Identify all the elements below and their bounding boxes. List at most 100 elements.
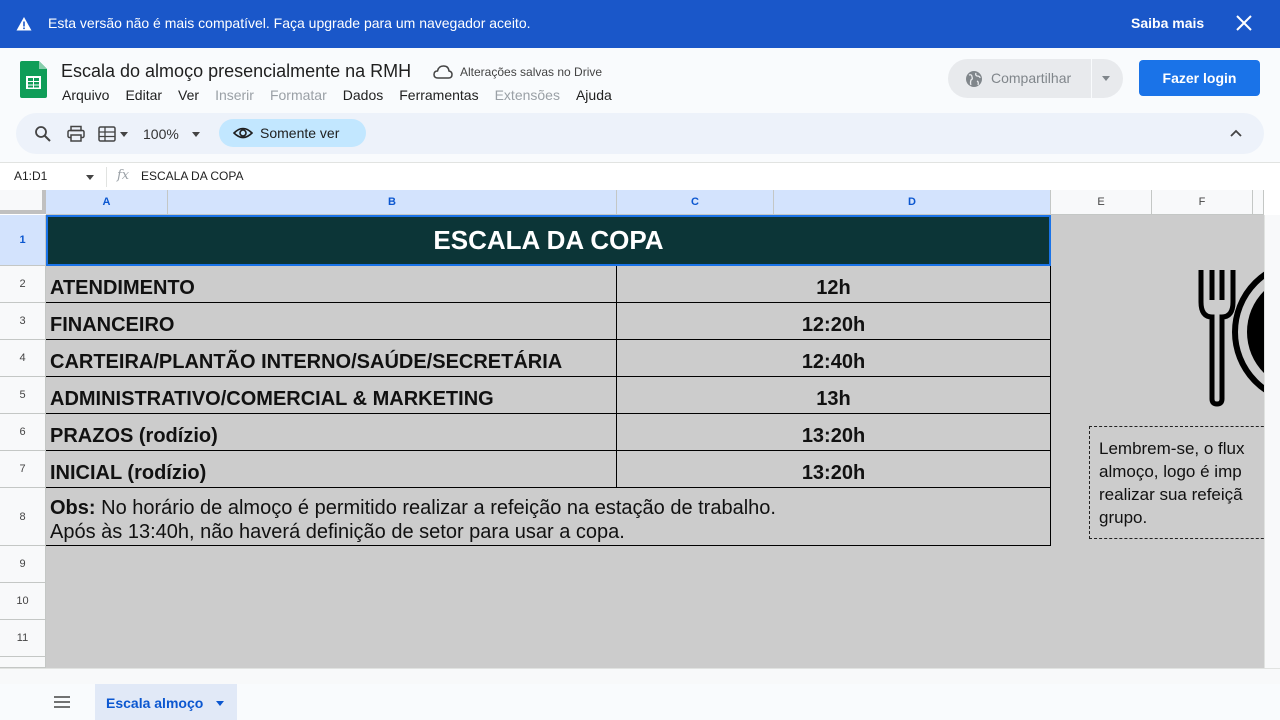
fork-plate-icon <box>1198 270 1264 407</box>
menu-ajuda[interactable]: Ajuda <box>576 87 612 103</box>
print-icon[interactable] <box>67 125 85 143</box>
sheet-tab-escala-almoco[interactable]: Escala almoço <box>95 684 237 720</box>
time-cell: 13:20h <box>801 425 866 447</box>
column-header-f[interactable]: F <box>1152 190 1253 215</box>
note-line: realizar sua refeiçã <box>1099 485 1243 504</box>
formula-content[interactable]: ESCALA DA COPA <box>141 169 244 183</box>
column-header-e[interactable]: E <box>1051 190 1152 215</box>
chevron-up-icon[interactable] <box>1229 126 1243 140</box>
share-divider <box>1091 59 1092 98</box>
sheet-tab-label: Escala almoço <box>106 695 204 711</box>
note-line: Lembrem-se, o flux <box>1099 439 1245 458</box>
row-header-4[interactable]: 4 <box>0 340 46 377</box>
menu-ferramentas[interactable]: Ferramentas <box>399 87 478 103</box>
table-row[interactable]: FINANCEIRO 12:20h <box>46 303 1051 340</box>
select-all-corner[interactable] <box>0 190 46 214</box>
table-row[interactable]: INICIAL (rodízio) 13:20h <box>46 451 1051 488</box>
column-header-b[interactable]: B <box>168 190 617 215</box>
table-row[interactable]: CARTEIRA/PLANTÃO INTERNO/SAÚDE/SECRETÁRI… <box>46 340 1051 377</box>
all-sheets-menu-icon[interactable] <box>54 695 70 709</box>
menu-arquivo[interactable]: Arquivo <box>62 87 109 103</box>
time-cell: 13:20h <box>801 462 866 484</box>
formula-bar: A1:D1 fx ESCALA DA COPA <box>0 162 1280 190</box>
row-header-11[interactable]: 11 <box>0 620 46 657</box>
time-cell: 12:20h <box>801 314 866 336</box>
share-label: Compartilhar <box>991 70 1072 86</box>
observation-label: Obs: <box>50 497 96 519</box>
observation-text-1: No horário de almoço é permitido realiza… <box>101 497 776 519</box>
spreadsheet-grid[interactable]: A B C D E F 1 2 3 4 5 6 7 8 9 10 11 ESCA… <box>0 190 1280 668</box>
schedule-title-cell[interactable]: ESCALA DA COPA <box>46 215 1051 266</box>
document-title[interactable]: Escala do almoço presencialmente na RMH <box>61 61 411 82</box>
search-icon[interactable] <box>34 125 52 143</box>
menu-ver[interactable]: Ver <box>178 87 199 103</box>
chevron-down-icon[interactable] <box>120 132 128 137</box>
formula-divider <box>106 167 107 187</box>
table-row[interactable]: ADMINISTRATIVO/COMERCIAL & MARKETING 13h <box>46 377 1051 414</box>
department-cell: CARTEIRA/PLANTÃO INTERNO/SAÚDE/SECRETÁRI… <box>50 351 563 373</box>
menu-formatar: Formatar <box>269 87 327 103</box>
chevron-down-icon[interactable] <box>86 175 94 180</box>
eye-icon <box>233 127 253 139</box>
row-header-5[interactable]: 5 <box>0 377 46 414</box>
reminder-note: Lembrem-se, o flux almoço, logo é imp re… <box>1089 426 1279 539</box>
column-header-a[interactable]: A <box>46 190 168 215</box>
department-cell: FINANCEIRO <box>50 314 175 336</box>
toolbar: 100% Somente ver <box>16 113 1264 154</box>
view-only-label: Somente ver <box>260 125 340 141</box>
fx-icon: fx <box>117 168 130 183</box>
menu-dados[interactable]: Dados <box>343 87 383 103</box>
row-header-12[interactable] <box>0 657 46 668</box>
observation-line-1: Obs: No horário de almoço é permitido re… <box>50 497 776 520</box>
department-cell: INICIAL (rodízio) <box>50 462 207 484</box>
horizontal-scrollbar[interactable] <box>0 668 1280 684</box>
chevron-down-icon[interactable] <box>216 701 224 706</box>
sheet-tab-bar: Escala almoço <box>0 684 1280 720</box>
globe-icon <box>966 71 982 87</box>
vertical-scrollbar[interactable] <box>1264 215 1280 668</box>
column-header-c[interactable]: C <box>617 190 774 215</box>
learn-more-link[interactable]: Saiba mais <box>1131 15 1204 31</box>
sheets-logo[interactable] <box>20 61 47 98</box>
note-line: grupo. <box>1099 508 1148 527</box>
note-line: almoço, logo é imp <box>1099 462 1242 481</box>
cloud-saved-icon <box>433 65 453 79</box>
column-header-g[interactable] <box>1253 190 1264 215</box>
warning-icon <box>16 17 32 31</box>
row-header-6[interactable]: 6 <box>0 414 46 451</box>
chevron-down-icon[interactable] <box>192 132 200 137</box>
banner-message: Esta versão não é mais compatível. Faça … <box>48 15 531 31</box>
menu-inserir: Inserir <box>215 87 254 103</box>
row-header-7[interactable]: 7 <box>0 451 46 488</box>
chevron-down-icon[interactable] <box>1102 76 1110 81</box>
column-header-d[interactable]: D <box>774 190 1051 215</box>
time-cell: 12h <box>816 277 851 299</box>
unsupported-browser-banner: Esta versão não é mais compatível. Faça … <box>0 0 1280 48</box>
department-cell: PRAZOS (rodízio) <box>50 425 218 447</box>
row-header-9[interactable]: 9 <box>0 546 46 583</box>
share-button[interactable]: Compartilhar <box>948 59 1123 98</box>
menu-bar: Arquivo Editar Ver Inserir Formatar Dado… <box>62 87 628 103</box>
zoom-level[interactable]: 100% <box>143 126 179 142</box>
department-cell: ADMINISTRATIVO/COMERCIAL & MARKETING <box>50 388 494 410</box>
time-cell: 12:40h <box>801 351 866 373</box>
observation-cell[interactable]: Obs: No horário de almoço é permitido re… <box>46 488 1051 546</box>
close-icon[interactable] <box>1234 13 1254 33</box>
table-row[interactable]: PRAZOS (rodízio) 13:20h <box>46 414 1051 451</box>
save-status[interactable]: Alterações salvas no Drive <box>460 65 602 79</box>
view-only-mode-button[interactable]: Somente ver <box>219 119 366 147</box>
login-button[interactable]: Fazer login <box>1139 60 1260 96</box>
observation-text-2: Após às 13:40h, não haverá definição de … <box>50 521 625 543</box>
department-cell: ATENDIMENTO <box>50 277 195 299</box>
row-header-3[interactable]: 3 <box>0 303 46 340</box>
row-header-8[interactable]: 8 <box>0 488 46 546</box>
time-cell: 13h <box>816 388 851 410</box>
row-header-2[interactable]: 2 <box>0 266 46 303</box>
menu-editar[interactable]: Editar <box>125 87 162 103</box>
row-header-1[interactable]: 1 <box>0 215 46 266</box>
name-box[interactable]: A1:D1 <box>14 169 47 183</box>
table-row[interactable]: ATENDIMENTO 12h <box>46 266 1051 303</box>
row-header-10[interactable]: 10 <box>0 583 46 620</box>
menu-extensoes: Extensões <box>494 87 560 103</box>
view-options-icon[interactable] <box>98 125 116 143</box>
